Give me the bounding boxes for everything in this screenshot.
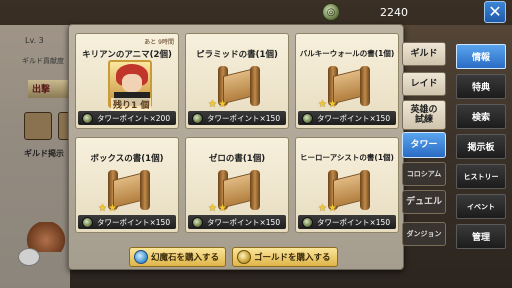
tower-point-coin-icon: ◎ [322,3,340,21]
price-text: タワーポイント×150 [317,113,391,123]
price-bar: タワーポイント×150 [188,111,286,125]
price-bar: タワーポイント×150 [188,215,286,229]
price-bar: タワーポイント×150 [298,215,396,229]
tower-shop-modal: あと 9時間 キリアンのアニマ(2個) 残り1 個 タワーポイント×200 ピラ… [68,24,404,270]
item-title: ヒーローアシストの書(1個) [300,153,394,162]
close-button[interactable]: ✕ [484,1,506,23]
item-title: キリアンのアニマ(2個) [82,50,172,60]
top-bar [0,0,512,25]
guild-emblem-icon[interactable] [24,112,52,140]
side-manage[interactable]: 管理 [456,224,506,249]
shop-item-grid: あと 9時間 キリアンのアニマ(2個) 残り1 個 タワーポイント×200 ピラ… [75,33,399,233]
side-history[interactable]: ヒストリー [456,164,506,189]
buy-gem-button[interactable]: 幻魔石を購入する [129,247,227,267]
guild-board-label: ギルド掲示 [24,149,64,158]
rarity-stars: ★ ★ [318,204,338,214]
gem-icon [134,250,148,264]
price-bar: タワーポイント×200 [78,111,176,125]
buy-gem-label: 幻魔石を購入する [151,253,220,263]
star-icon: ★ [108,203,117,214]
tab-hero-trial[interactable]: 英雄の試練 [402,100,446,130]
currency-value: 2240 [380,5,408,19]
star-icon: ★ [218,99,227,110]
buy-gold-button[interactable]: ゴールドを購入する [232,247,338,267]
tower-point-coin-icon [82,216,93,228]
star-icon: ★ [98,203,107,214]
price-bar: タワーポイント×150 [78,215,176,229]
star-icon: ★ [208,99,217,110]
player-level: Lv. 3 [25,36,44,45]
star-icon: ★ [218,203,227,214]
shop-item-card[interactable]: バルキーウォールの書(1個) ★ ★ タワーポイント×150 [295,33,399,129]
star-icon: ★ [318,99,327,110]
tower-point-counter: ◎ 2240 [322,2,408,22]
buy-gold-label: ゴールドを購入する [254,253,331,263]
tab-colosseum[interactable]: コロシアム [402,162,446,186]
gold-icon [237,250,252,264]
rarity-stars: ★ ★ [208,204,228,214]
price-text: タワーポイント×150 [207,113,281,123]
time-remaining: あと 9時間 [144,39,174,46]
shop-item-card[interactable]: ゼロの書(1個) ★ ★ タワーポイント×150 [185,137,289,233]
side-info[interactable]: 情報 [456,44,506,69]
tab-dungeon[interactable]: ダンジョン [402,222,446,246]
tab-guild[interactable]: ギルド [402,42,446,66]
side-search[interactable]: 検索 [456,104,506,129]
item-title: ボックスの書(1個) [90,154,164,164]
star-icon: ★ [328,99,337,110]
price-text: タワーポイント×200 [97,113,171,123]
rarity-stars: ★ ★ [208,100,228,110]
star-icon: ★ [328,203,337,214]
tower-point-coin-icon [192,216,203,228]
side-event[interactable]: イベント [456,194,506,219]
star-icon: ★ [318,203,327,214]
guild-contribution-label: ギルド貢献度 [22,57,64,65]
stock-remaining: 残り1 個 [111,98,152,111]
tower-point-coin-icon [302,112,313,124]
price-text: タワーポイント×150 [317,217,391,227]
price-text: タワーポイント×150 [97,217,171,227]
tab-duel[interactable]: デュエル [402,190,446,214]
shop-item-card[interactable]: ピラミッドの書(1個) ★ ★ タワーポイント×150 [185,33,289,129]
tab-tower[interactable]: タワー [402,132,446,158]
item-title: ピラミッドの書(1個) [196,50,278,60]
shop-item-card[interactable]: あと 9時間 キリアンのアニマ(2個) 残り1 個 タワーポイント×200 [75,33,179,129]
side-board[interactable]: 掲示板 [456,134,506,159]
star-icon: ★ [208,203,217,214]
item-title: バルキーウォールの書(1個) [299,49,395,58]
chat-icon[interactable] [18,248,40,266]
price-text: タワーポイント×150 [207,217,281,227]
purchase-buttons: 幻魔石を購入する ゴールドを購入する [129,247,338,267]
tower-point-coin-icon [82,112,93,124]
side-bonus[interactable]: 特典 [456,74,506,99]
tab-raid[interactable]: レイド [402,72,446,96]
shop-item-card[interactable]: ヒーローアシストの書(1個) ★ ★ タワーポイント×150 [295,137,399,233]
sortie-button[interactable]: 出撃 [28,80,68,98]
shop-item-card[interactable]: ボックスの書(1個) ★ ★ タワーポイント×150 [75,137,179,233]
tower-point-coin-icon [192,112,203,124]
price-bar: タワーポイント×150 [298,111,396,125]
rarity-stars: ★ ★ [98,204,118,214]
item-title: ゼロの書(1個) [208,154,266,164]
tower-point-coin-icon [302,216,313,228]
rarity-stars: ★ ★ [318,100,338,110]
